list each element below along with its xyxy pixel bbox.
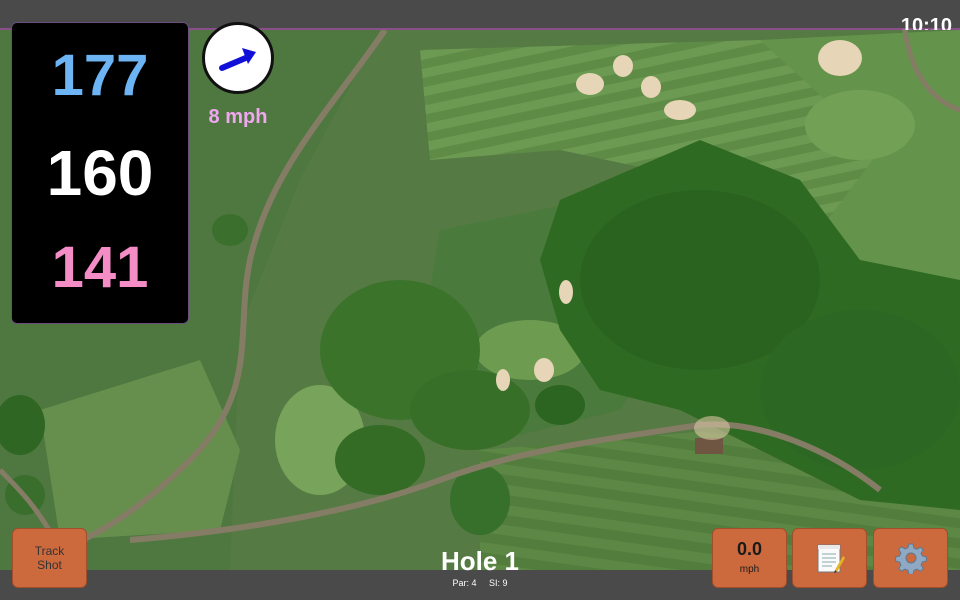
notepad-icon xyxy=(817,544,845,573)
track-shot-button[interactable]: Track Shot xyxy=(12,528,87,588)
hole-details: Par: 4 SI: 9 xyxy=(400,578,560,588)
wind-speed: 8 mph xyxy=(208,106,268,128)
speed-unit: mph xyxy=(739,564,760,575)
yardage-panel: 177 160 141 xyxy=(11,22,189,324)
hole-info[interactable]: Hole 1 Par: 4 SI: 9 xyxy=(400,548,560,588)
speed-button[interactable]: 0.0 mph xyxy=(712,528,787,588)
speed-value: 0.0 xyxy=(736,539,763,559)
hole-stroke-index: SI: 9 xyxy=(489,578,508,588)
track-shot-label-line2: Shot xyxy=(37,558,62,572)
track-shot-label-line1: Track xyxy=(34,543,65,558)
hole-par: Par: 4 xyxy=(452,578,477,588)
middle-of-green-yardage: 160 xyxy=(46,137,154,209)
hole-title: Hole 1 xyxy=(440,546,520,576)
wind-indicator[interactable] xyxy=(202,22,274,94)
gear-icon xyxy=(894,543,927,574)
front-of-green-yardage: 141 xyxy=(51,235,149,300)
wind-direction-arrow-icon xyxy=(219,48,256,71)
notes-button[interactable] xyxy=(792,528,867,588)
settings-button[interactable] xyxy=(873,528,948,588)
back-of-green-yardage: 177 xyxy=(51,43,149,108)
